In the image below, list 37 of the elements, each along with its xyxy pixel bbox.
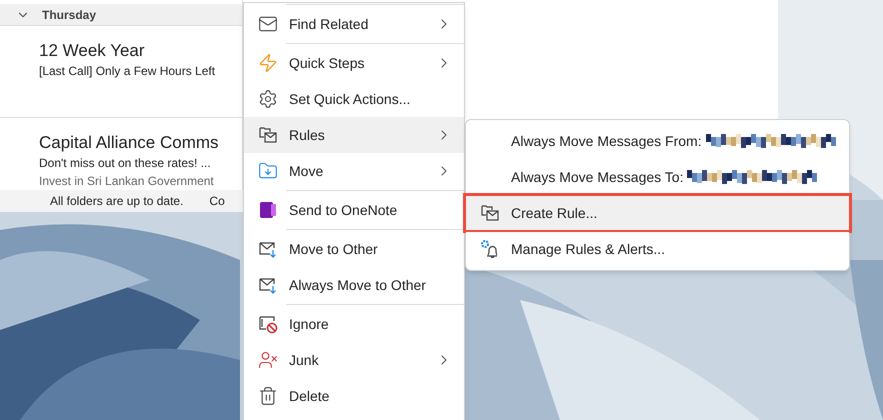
sender-name: 12 Week Year (39, 40, 146, 62)
message-item[interactable]: Capital Alliance Comms Don't miss out on these rates! ... Invest in Sri Lankan Government (0, 118, 242, 190)
menu-item[interactable]: Set Quick Actions... (244, 81, 464, 117)
menu-item[interactable]: Find Related (244, 3, 464, 42)
block-icon (258, 314, 278, 334)
menu-item[interactable]: Create Rule... (466, 196, 849, 230)
settings-icon (258, 89, 278, 109)
menu-item[interactable]: Junk (244, 342, 464, 378)
folder-arrow-icon (258, 161, 278, 181)
folder-envelope-icon (258, 125, 278, 145)
settings-bell-icon (480, 239, 500, 259)
menu-item[interactable]: Always Move Messages To: (466, 160, 849, 194)
menu-item[interactable]: Always Move to Other (244, 267, 464, 303)
menu-item[interactable]: Ignore (244, 303, 464, 342)
message-item[interactable]: 12 Week Year [Last Call] Only a Few Hours Left (0, 26, 242, 118)
sender-name: Capital Alliance Comms (39, 132, 220, 154)
notebook-icon (258, 200, 278, 220)
menu-item[interactable]: Always Move Messages From: (466, 124, 849, 158)
trash-icon (258, 386, 278, 406)
group-header[interactable]: Thursday (0, 4, 242, 26)
status-text: All folders are up to date. (50, 193, 184, 210)
menu-item[interactable]: Move to Other (244, 228, 464, 267)
menu-item[interactable]: Rules (244, 117, 464, 153)
status-text: Co (209, 193, 225, 210)
menu-item[interactable]: Delete (244, 378, 464, 414)
message-subject: [Last Call] Only a Few Hours Left (39, 63, 216, 80)
person-block-icon (258, 350, 278, 370)
group-label: Thursday (42, 6, 96, 24)
folder-envelope-icon (480, 203, 500, 223)
menu-item[interactable]: Manage Rules & Alerts... (466, 232, 849, 266)
menu-item[interactable]: Quick Steps (244, 42, 464, 81)
message-subject: Don't miss out on these rates! ... (39, 155, 212, 172)
menu-item[interactable]: Send to OneNote (244, 189, 464, 228)
menu-item[interactable]: Move (244, 153, 464, 189)
lightning-icon (258, 53, 278, 73)
message-preview: Invest in Sri Lankan Government (39, 173, 215, 190)
envelope-icon (258, 14, 278, 34)
